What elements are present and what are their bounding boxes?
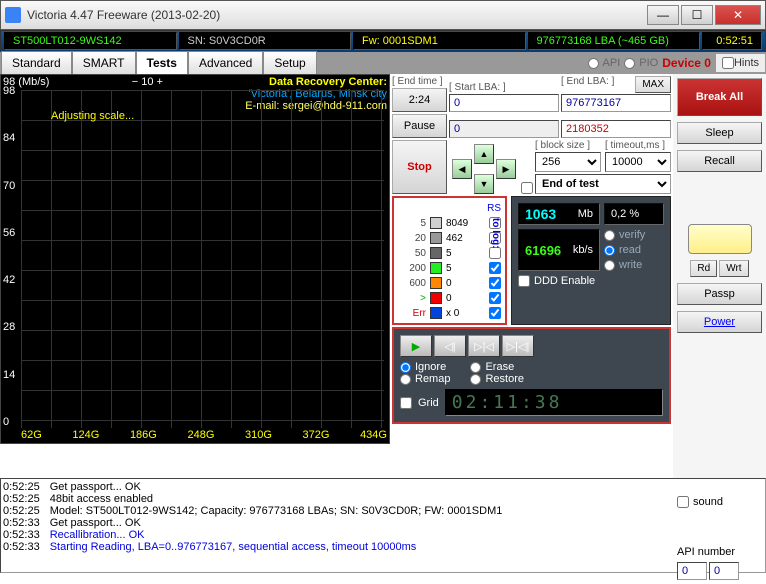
timeout-select[interactable]: 10000 [605, 152, 671, 172]
block-row: 505 [398, 247, 501, 259]
block-log-checkbox[interactable] [489, 247, 501, 259]
adjusting-label: Adjusting scale... [51, 110, 134, 122]
recall-button[interactable]: Recall [677, 150, 762, 172]
digital-timer: 02:11:38 [445, 389, 663, 416]
passp-button[interactable]: Passp [677, 283, 762, 305]
block-row: 2005 [398, 262, 501, 274]
block-threshold-panel: RS to log:580492046250520056000>0Errx 0 [392, 196, 507, 325]
ddd-checkbox[interactable] [518, 275, 530, 287]
stop-button[interactable]: Stop [392, 140, 447, 194]
pct-value: 0,2 % [611, 208, 639, 220]
block-row: 20462 [398, 232, 501, 244]
end-lba-input[interactable] [561, 94, 671, 112]
log-line: 0:52:33Get passport... OK [3, 517, 763, 529]
hints-checkbox[interactable] [722, 57, 734, 69]
current-start-display [449, 120, 559, 138]
restore-radio[interactable] [470, 374, 481, 385]
arrow-down[interactable]: ▼ [474, 174, 494, 194]
block-row: 6000 [398, 277, 501, 289]
drive-fw: Fw: 0001SDM1 [353, 32, 526, 50]
gauge-meter [688, 224, 752, 254]
erase-radio[interactable] [470, 362, 481, 373]
block-log-checkbox[interactable] [489, 307, 501, 319]
elapsed-time: 0:52:51 [702, 32, 762, 50]
minimize-button[interactable]: — [647, 5, 679, 25]
power-button[interactable]: Power [677, 311, 762, 333]
write-radio[interactable] [604, 260, 615, 271]
endtime-display: 2:24 [392, 88, 447, 112]
block-log-checkbox[interactable] [489, 292, 501, 304]
scan-graph: 98 (Mb/s) − 10 + Data Recovery Center: '… [0, 74, 390, 444]
verify-radio[interactable] [604, 230, 615, 241]
tab-advanced[interactable]: Advanced [188, 51, 263, 75]
skip-end-button[interactable]: ▷|◁| [502, 335, 534, 357]
tab-smart[interactable]: SMART [72, 51, 136, 75]
log-line: 0:52:2548bit access enabled [3, 493, 763, 505]
kbs-value: 61696 [525, 243, 561, 258]
block-row: >0 [398, 292, 501, 304]
x-axis: 62G124G186G248G310G372G434G [21, 429, 387, 441]
tab-setup[interactable]: Setup [263, 51, 316, 75]
block-row: Errx 0 [398, 307, 501, 319]
remap-radio[interactable] [400, 374, 411, 385]
drive-info-bar: ST500LT012-9WS142 SN: S0V3CD0R Fw: 0001S… [0, 30, 766, 52]
step-back-button[interactable]: ◁| [434, 335, 466, 357]
tab-tests[interactable]: Tests [136, 51, 188, 75]
maximize-button[interactable]: ☐ [681, 5, 713, 25]
log-line: 0:52:33Recallibration... OK [3, 529, 763, 541]
device-label: Device 0 [662, 56, 711, 70]
log-line: 0:52:33Starting Reading, LBA=0..97677316… [3, 541, 763, 553]
wrt-button[interactable]: Wrt [719, 260, 748, 277]
read-radio[interactable] [604, 245, 615, 256]
drive-lba: 976773168 LBA (~465 GB) [528, 32, 701, 50]
nav-arrows: ▲ ▼ ◀ ▶ [449, 144, 519, 194]
ignore-radio[interactable] [400, 362, 411, 373]
arrow-up[interactable]: ▲ [474, 144, 494, 164]
api-radio[interactable] [588, 58, 599, 69]
arrow-right[interactable]: ▶ [496, 159, 516, 179]
endtest-select[interactable]: End of test [535, 174, 671, 194]
log-panel[interactable]: 0:52:25Get passport... OK0:52:2548bit ac… [0, 478, 766, 573]
window-title: Victoria 4.47 Freeware (2013-02-20) [27, 8, 647, 22]
rd-button[interactable]: Rd [690, 260, 717, 277]
pause-button[interactable]: Pause [392, 114, 447, 138]
block-row: 58049 [398, 217, 501, 229]
drive-model: ST500LT012-9WS142 [4, 32, 177, 50]
blocksize-select[interactable]: 256 [535, 152, 601, 172]
app-icon [5, 7, 21, 23]
log-line: 0:52:25Model: ST500LT012-9WS142; Capacit… [3, 505, 763, 517]
close-button[interactable]: ✕ [715, 5, 761, 25]
mb-value: 1063 [525, 206, 556, 222]
break-all-button[interactable]: Break All [677, 78, 762, 116]
api-num-1[interactable] [709, 562, 739, 580]
grid-checkbox[interactable] [400, 397, 412, 409]
arrow-checkbox[interactable] [521, 182, 533, 194]
sound-checkbox[interactable] [677, 496, 689, 508]
pio-radio[interactable] [624, 58, 635, 69]
play-button[interactable]: ▶ [400, 335, 432, 357]
drive-sn: SN: S0V3CD0R [179, 32, 352, 50]
block-log-checkbox[interactable] [489, 277, 501, 289]
window-titlebar: Victoria 4.47 Freeware (2013-02-20) — ☐ … [0, 0, 766, 30]
current-lba-display [561, 120, 671, 138]
block-log-checkbox[interactable] [489, 262, 501, 274]
sleep-button[interactable]: Sleep [677, 122, 762, 144]
arrow-left[interactable]: ◀ [452, 159, 472, 179]
tab-standard[interactable]: Standard [1, 51, 72, 75]
api-num-0[interactable] [677, 562, 707, 580]
start-lba-input[interactable] [449, 94, 559, 112]
max-button[interactable]: MAX [635, 76, 671, 93]
log-line: 0:52:25Get passport... OK [3, 481, 763, 493]
skip-fwd-button[interactable]: ▷|◁ [468, 335, 500, 357]
y-axis: 988470564228140 [3, 85, 23, 428]
